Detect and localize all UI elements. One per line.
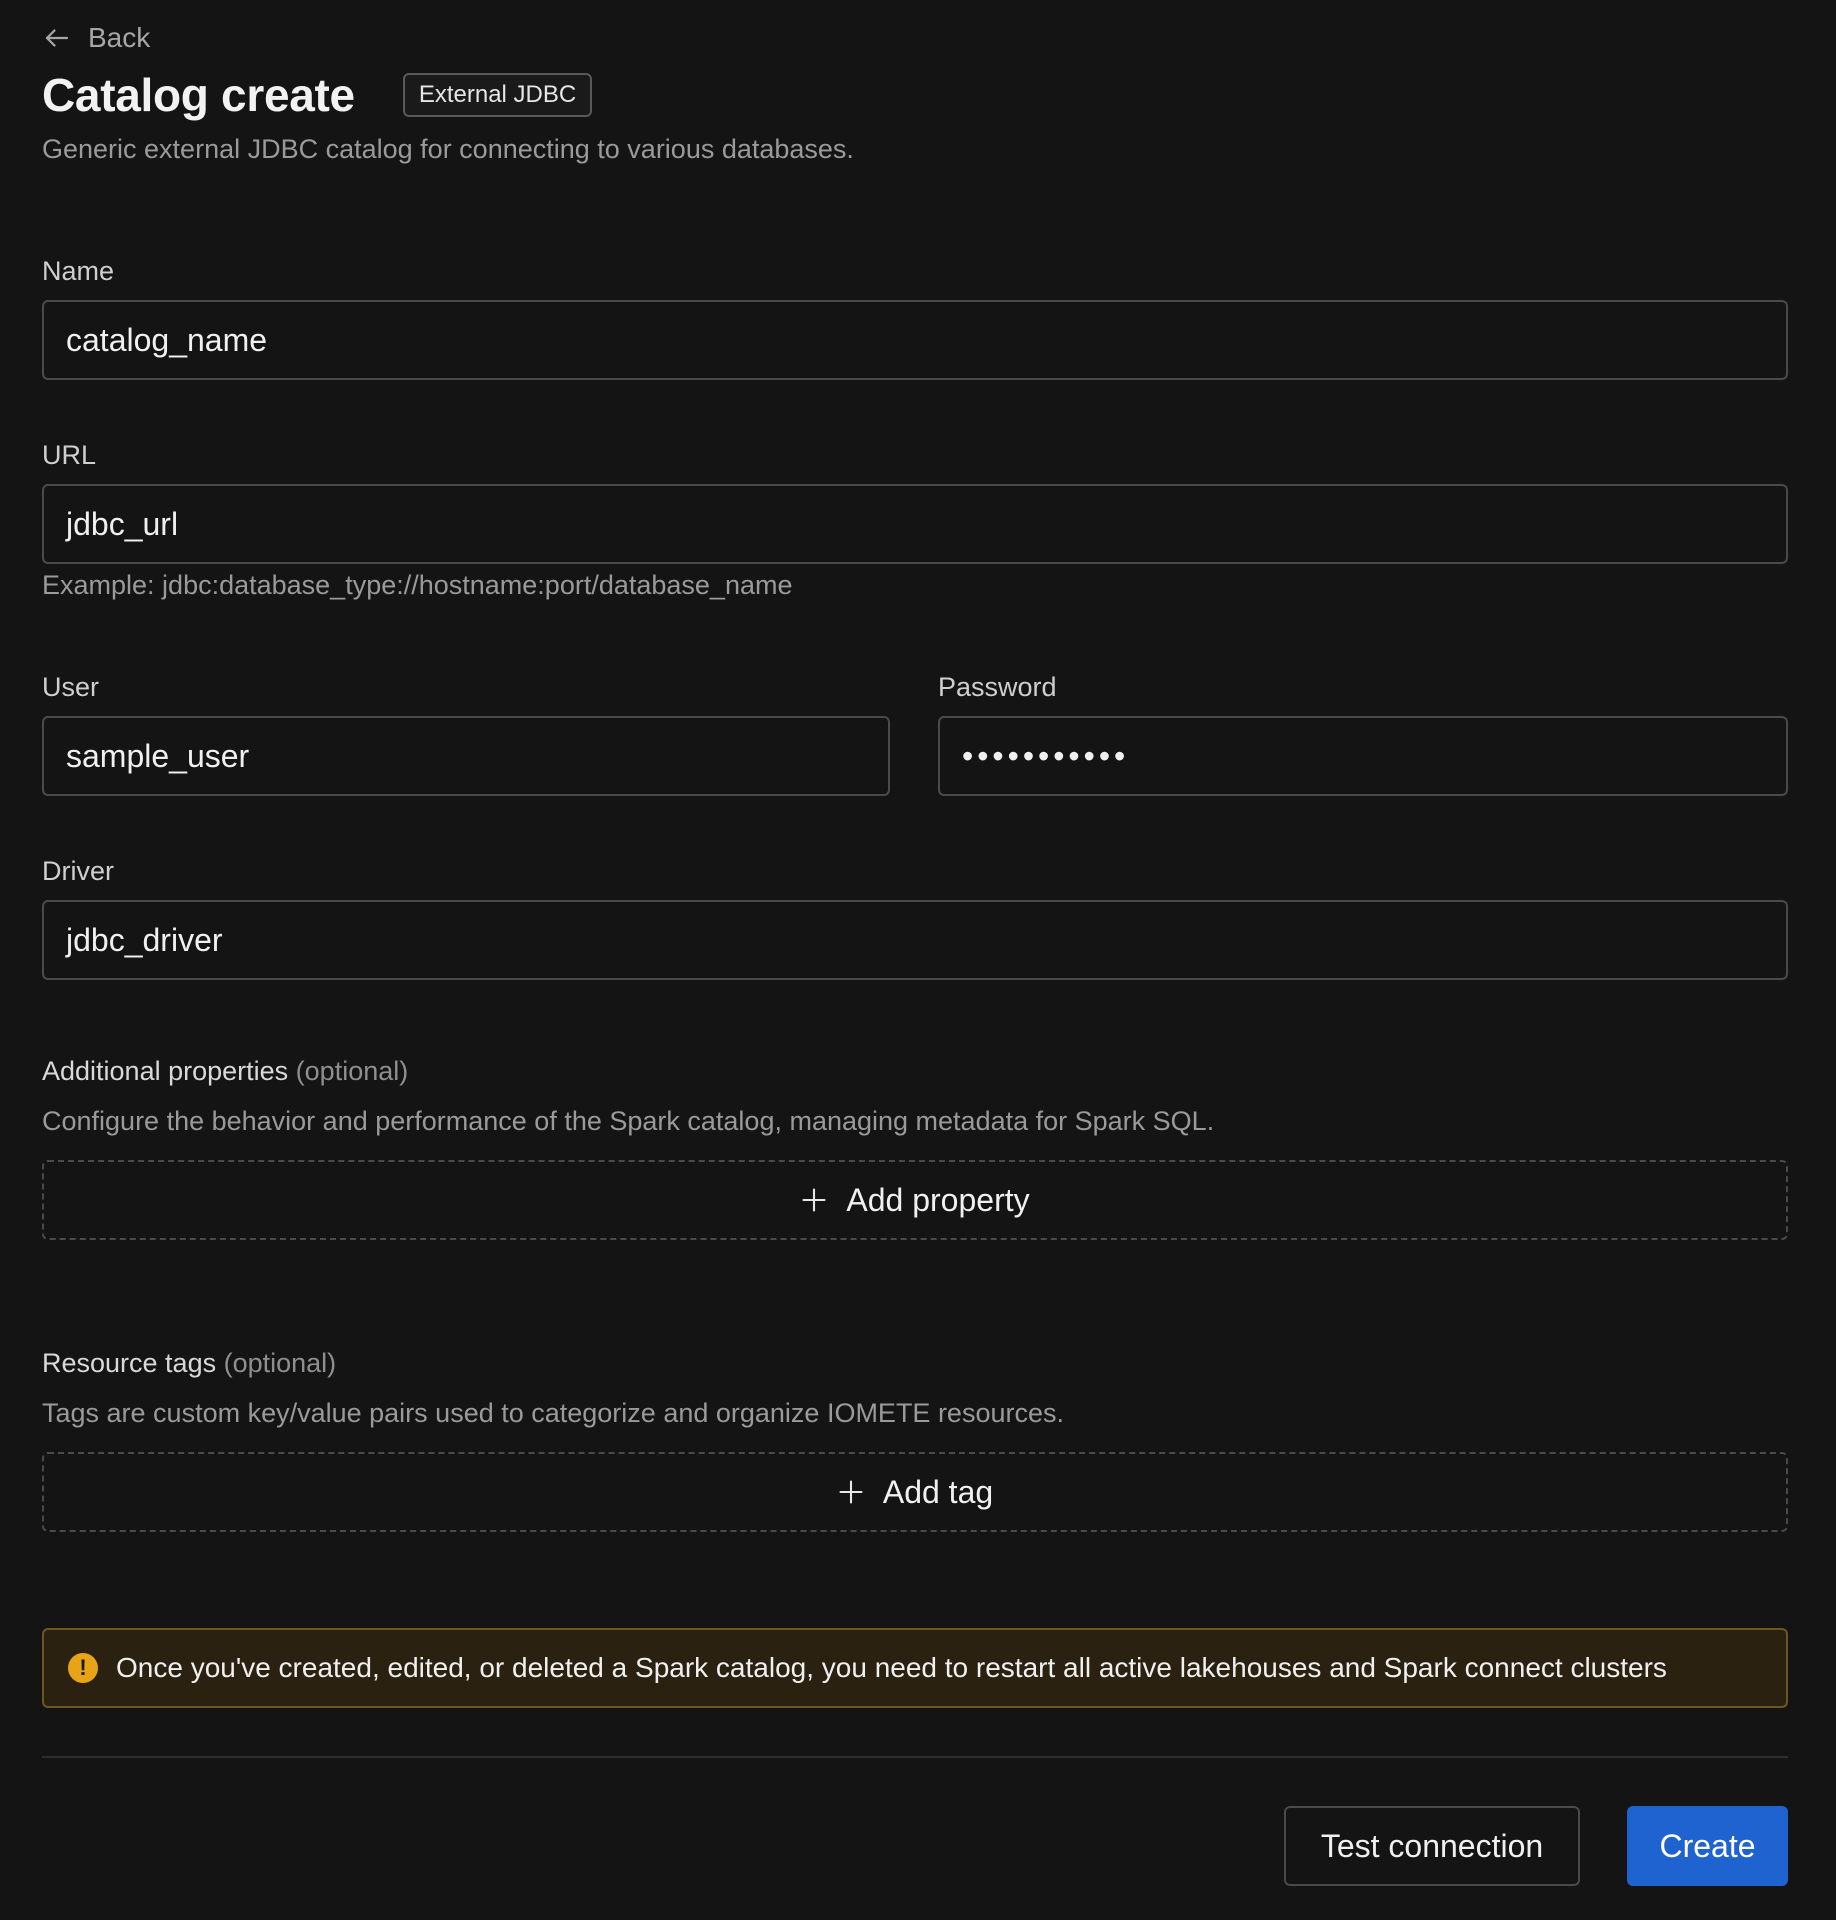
additional-properties-title: Additional properties (optional) (42, 1056, 408, 1087)
back-link[interactable]: Back (42, 22, 150, 54)
restart-warning-alert: ! Once you've created, edited, or delete… (42, 1628, 1788, 1708)
add-property-button[interactable]: Add property (42, 1160, 1788, 1240)
test-connection-button[interactable]: Test connection (1284, 1806, 1580, 1886)
footer-divider (42, 1756, 1788, 1758)
resource-tags-title: Resource tags (optional) (42, 1348, 336, 1379)
driver-input-value: jdbc_driver (66, 921, 223, 958)
catalog-type-badge: External JDBC (402, 73, 593, 117)
driver-label: Driver (42, 856, 114, 886)
password-input-value: ••••••••••• (962, 737, 1130, 774)
catalog-create-page: Back Catalog create External JDBC Generi… (0, 0, 1836, 1920)
additional-properties-title-text: Additional properties (42, 1056, 289, 1086)
restart-warning-text: Once you've created, edited, or deleted … (116, 1652, 1667, 1683)
add-tag-button[interactable]: Add tag (42, 1452, 1788, 1532)
password-input[interactable]: ••••••••••• (938, 716, 1788, 796)
page-subtitle: Generic external JDBC catalog for connec… (42, 134, 854, 164)
arrow-left-icon (45, 29, 69, 47)
driver-input[interactable]: jdbc_driver (42, 900, 1788, 980)
url-input-value: jdbc_url (66, 505, 179, 542)
name-input-value: catalog_name (66, 321, 268, 358)
user-input[interactable]: sample_user (42, 716, 890, 796)
user-input-value: sample_user (66, 737, 250, 774)
password-label: Password (938, 672, 1057, 702)
resource-tags-description: Tags are custom key/value pairs used to … (42, 1398, 1064, 1428)
resource-tags-title-text: Resource tags (42, 1348, 217, 1378)
additional-properties-optional: (optional) (295, 1056, 409, 1086)
create-button[interactable]: Create (1627, 1806, 1788, 1886)
title-row: Catalog create External JDBC (42, 68, 593, 122)
plus-icon (802, 1188, 826, 1212)
url-label: URL (42, 440, 97, 470)
resource-tags-optional: (optional) (223, 1348, 337, 1378)
add-tag-label: Add tag (882, 1473, 994, 1510)
name-input[interactable]: catalog_name (42, 300, 1788, 380)
user-label: User (42, 672, 100, 702)
url-input[interactable]: jdbc_url (42, 484, 1788, 564)
back-label: Back (88, 22, 151, 53)
plus-icon (839, 1480, 863, 1504)
url-helper-text: Example: jdbc:database_type://hostname:p… (42, 570, 793, 600)
warning-icon: ! (68, 1653, 98, 1683)
add-property-label: Add property (846, 1181, 1030, 1218)
page-title: Catalog create (42, 69, 355, 121)
name-label: Name (42, 256, 115, 286)
additional-properties-description: Configure the behavior and performance o… (42, 1106, 1215, 1136)
